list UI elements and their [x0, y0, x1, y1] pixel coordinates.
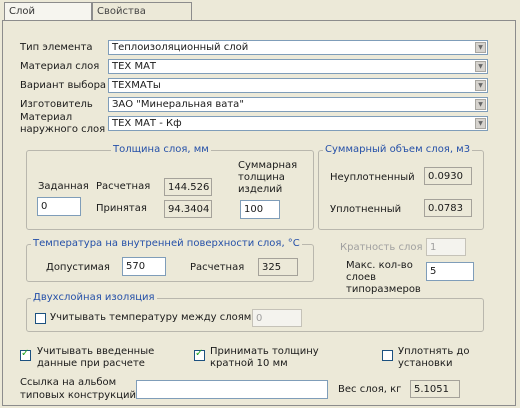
- between-layers-input[interactable]: 0: [252, 309, 302, 327]
- layer-material-select[interactable]: ТЕХ МАТ ▼: [108, 59, 488, 74]
- thickness-sum-label-line3: изделий: [238, 184, 283, 195]
- outer-layer-select[interactable]: ТЕХ МАТ - Кф ▼: [108, 116, 488, 131]
- element-type-select[interactable]: Теплоизоляционный слой ▼: [108, 40, 488, 55]
- between-layers-label[interactable]: Учитывать температуру между слоями: [50, 312, 258, 324]
- album-link-label-line2: типовых конструкций: [20, 390, 136, 401]
- weight-value: 5.1051: [410, 380, 460, 398]
- max-sizes-input[interactable]: 5: [426, 262, 474, 281]
- manufacturer-label: Изготовитель: [20, 99, 93, 110]
- thickness-given-input[interactable]: 0: [37, 197, 81, 216]
- thickness-calc-label: Расчетная: [96, 181, 151, 192]
- max-sizes-label-line3: типоразмеров: [346, 284, 421, 295]
- manufacturer-value: ЗАО "Минеральная вата": [112, 99, 244, 110]
- multiplicity-input[interactable]: 1: [426, 238, 466, 256]
- thickness-calc-value: 144.526: [164, 178, 212, 196]
- compact-before-install-label-line2[interactable]: установки: [398, 358, 452, 370]
- element-type-value: Теплоизоляционный слой: [112, 42, 249, 53]
- thickness-accepted-label: Принятая: [96, 203, 147, 214]
- tab-material-properties[interactable]: Свойства материала: [92, 2, 192, 35]
- between-layers-checkbox[interactable]: [35, 313, 46, 324]
- temp-allowed-input[interactable]: 570: [122, 257, 166, 276]
- round-thickness-checkbox[interactable]: [194, 348, 205, 361]
- consider-entered-data-label-line1[interactable]: Учитывать введенные: [37, 346, 154, 358]
- outer-layer-value: ТЕХ МАТ - Кф: [112, 118, 182, 129]
- thickness-given-label: Заданная: [38, 181, 89, 192]
- temperature-group-title: Температура на внутренней поверхности сл…: [31, 238, 302, 250]
- max-sizes-label-line1: Макс. кол-во: [346, 260, 413, 271]
- temp-calc-value: 325: [258, 258, 298, 276]
- choice-variant-value: ТЕХМАТы: [112, 80, 161, 91]
- thickness-sum-label-line1: Суммарная: [238, 160, 298, 171]
- volume-group-title: Суммарный объем слоя, м3: [323, 144, 473, 156]
- volume-group: Суммарный объем слоя, м3: [318, 144, 484, 230]
- temp-allowed-label: Допустимая: [46, 262, 110, 273]
- chevron-down-icon[interactable]: ▼: [475, 80, 486, 91]
- thickness-sum-label-line2: толщина: [238, 172, 285, 183]
- temp-calc-label: Расчетная: [190, 262, 245, 273]
- round-thickness-label-line2[interactable]: кратной 10 мм: [210, 358, 288, 370]
- thickness-group-title: Толщина слоя, мм: [111, 144, 211, 156]
- layer-material-label: Материал слоя: [20, 61, 100, 72]
- outer-layer-label-line1: Материал: [20, 112, 73, 123]
- chevron-down-icon[interactable]: ▼: [475, 42, 486, 53]
- choice-variant-select[interactable]: ТЕХМАТы ▼: [108, 78, 488, 93]
- compact-before-install-checkbox[interactable]: [382, 350, 393, 361]
- consider-entered-data-checkbox[interactable]: [20, 348, 31, 361]
- volume-dense-label: Уплотненный: [330, 204, 402, 215]
- element-type-label: Тип элемента: [20, 42, 93, 53]
- album-link-input[interactable]: [136, 380, 328, 399]
- chevron-down-icon[interactable]: ▼: [475, 118, 486, 129]
- tab-layer-material[interactable]: Слой материала: [4, 2, 92, 35]
- volume-dense-value: 0.0783: [424, 199, 472, 217]
- chevron-down-icon[interactable]: ▼: [475, 61, 486, 72]
- volume-loose-label: Неуплотненный: [330, 172, 415, 183]
- multiplicity-label: Кратность слоя: [340, 242, 423, 253]
- round-thickness-label-line1[interactable]: Принимать толщину: [210, 346, 319, 358]
- thickness-sum-input[interactable]: 100: [240, 200, 280, 219]
- volume-loose-value: 0.0930: [424, 167, 472, 185]
- choice-variant-label: Вариант выбора: [20, 80, 107, 91]
- layer-material-value: ТЕХ МАТ: [112, 61, 157, 72]
- chevron-down-icon[interactable]: ▼: [475, 99, 486, 110]
- weight-label: Вес слоя, кг: [338, 384, 402, 395]
- compact-before-install-label-line1[interactable]: Уплотнять до: [398, 346, 469, 358]
- double-layer-group-title: Двухслойная изоляция: [31, 292, 157, 304]
- thickness-accepted-value: 94.3404: [164, 200, 212, 218]
- manufacturer-select[interactable]: ЗАО "Минеральная вата" ▼: [108, 97, 488, 112]
- album-link-label-line1: Ссылка на альбом: [20, 377, 117, 388]
- outer-layer-label-line2: наружного слоя: [20, 124, 106, 135]
- max-sizes-label-line2: слоев: [346, 272, 377, 283]
- consider-entered-data-label-line2[interactable]: данные при расчете: [37, 358, 145, 370]
